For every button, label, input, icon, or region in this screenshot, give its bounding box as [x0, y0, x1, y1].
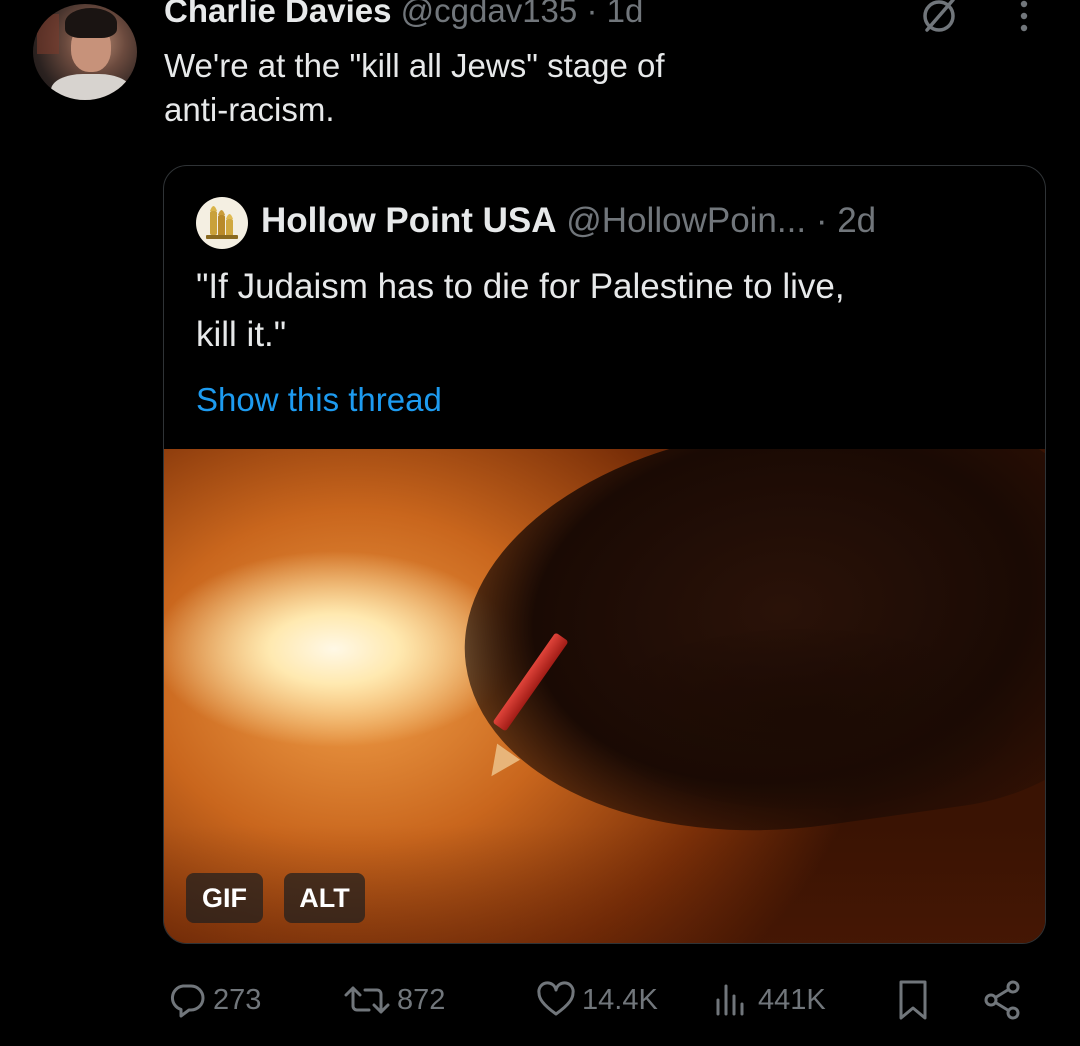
- heart-icon: [537, 981, 575, 1016]
- tweet-action-bar: 273 872 14.4K 441K: [0, 972, 1080, 1028]
- like-count: 14.4K: [582, 983, 658, 1016]
- media-hand-shadow: [594, 629, 1014, 809]
- reply-icon: [171, 984, 205, 1018]
- views-icon: [716, 984, 744, 1016]
- alt-badge[interactable]: ALT: [284, 873, 365, 923]
- bookmark-icon: [899, 980, 927, 1020]
- reply-button[interactable]: 273: [167, 972, 261, 1028]
- bullets-icon: [206, 206, 238, 239]
- author-name[interactable]: Charlie Davies: [164, 0, 391, 29]
- reply-count: 273: [213, 983, 262, 1016]
- quoted-text-line: kill it.": [196, 315, 287, 354]
- share-icon: [984, 980, 1020, 1020]
- repost-icon: [344, 986, 390, 1014]
- repost-button[interactable]: 872: [343, 972, 445, 1028]
- repost-count: 872: [397, 983, 446, 1016]
- avatar-shirt: [51, 74, 131, 100]
- tweet-text: We're at the "kill all Jews" stage of an…: [164, 44, 1024, 132]
- tweet-text-line: We're at the "kill all Jews" stage of: [164, 47, 665, 84]
- quoted-tweet-card[interactable]: Hollow Point USA @HollowPoin... · 2d "If…: [163, 165, 1046, 944]
- grok-icon[interactable]: [915, 0, 963, 34]
- quoted-text-line: "If Judaism has to die for Palestine to …: [196, 267, 845, 306]
- author-avatar[interactable]: [33, 4, 137, 100]
- share-button[interactable]: [981, 972, 1025, 1028]
- tweet-header: Charlie Davies @cgdav135 · 1d: [164, 0, 643, 34]
- tweet-time[interactable]: 1d: [607, 0, 644, 29]
- avatar-background: [37, 14, 59, 54]
- quoted-tweet-header: Hollow Point USA @HollowPoin... · 2d: [261, 198, 876, 244]
- more-vertical-icon[interactable]: [1012, 0, 1036, 36]
- views-button[interactable]: 441K: [712, 972, 826, 1028]
- gif-media[interactable]: GIF ALT: [164, 449, 1045, 943]
- tweet-text-line: anti-racism.: [164, 91, 335, 128]
- views-count: 441K: [758, 983, 826, 1016]
- bookmark-button[interactable]: [893, 972, 933, 1028]
- quoted-author-handle[interactable]: @HollowPoin...: [566, 201, 806, 240]
- like-button[interactable]: 14.4K: [536, 972, 658, 1028]
- gif-badge: GIF: [186, 873, 263, 923]
- quoted-tweet-text: "If Judaism has to die for Palestine to …: [196, 263, 1036, 359]
- show-thread-link[interactable]: Show this thread: [196, 377, 442, 423]
- quoted-author-avatar[interactable]: [196, 197, 248, 249]
- header-separator: ·: [586, 0, 598, 29]
- avatar-hair: [65, 8, 117, 38]
- author-handle[interactable]: @cgdav135: [401, 0, 578, 29]
- quoted-author-name[interactable]: Hollow Point USA: [261, 201, 557, 240]
- quoted-tweet-time[interactable]: · 2d: [816, 201, 876, 240]
